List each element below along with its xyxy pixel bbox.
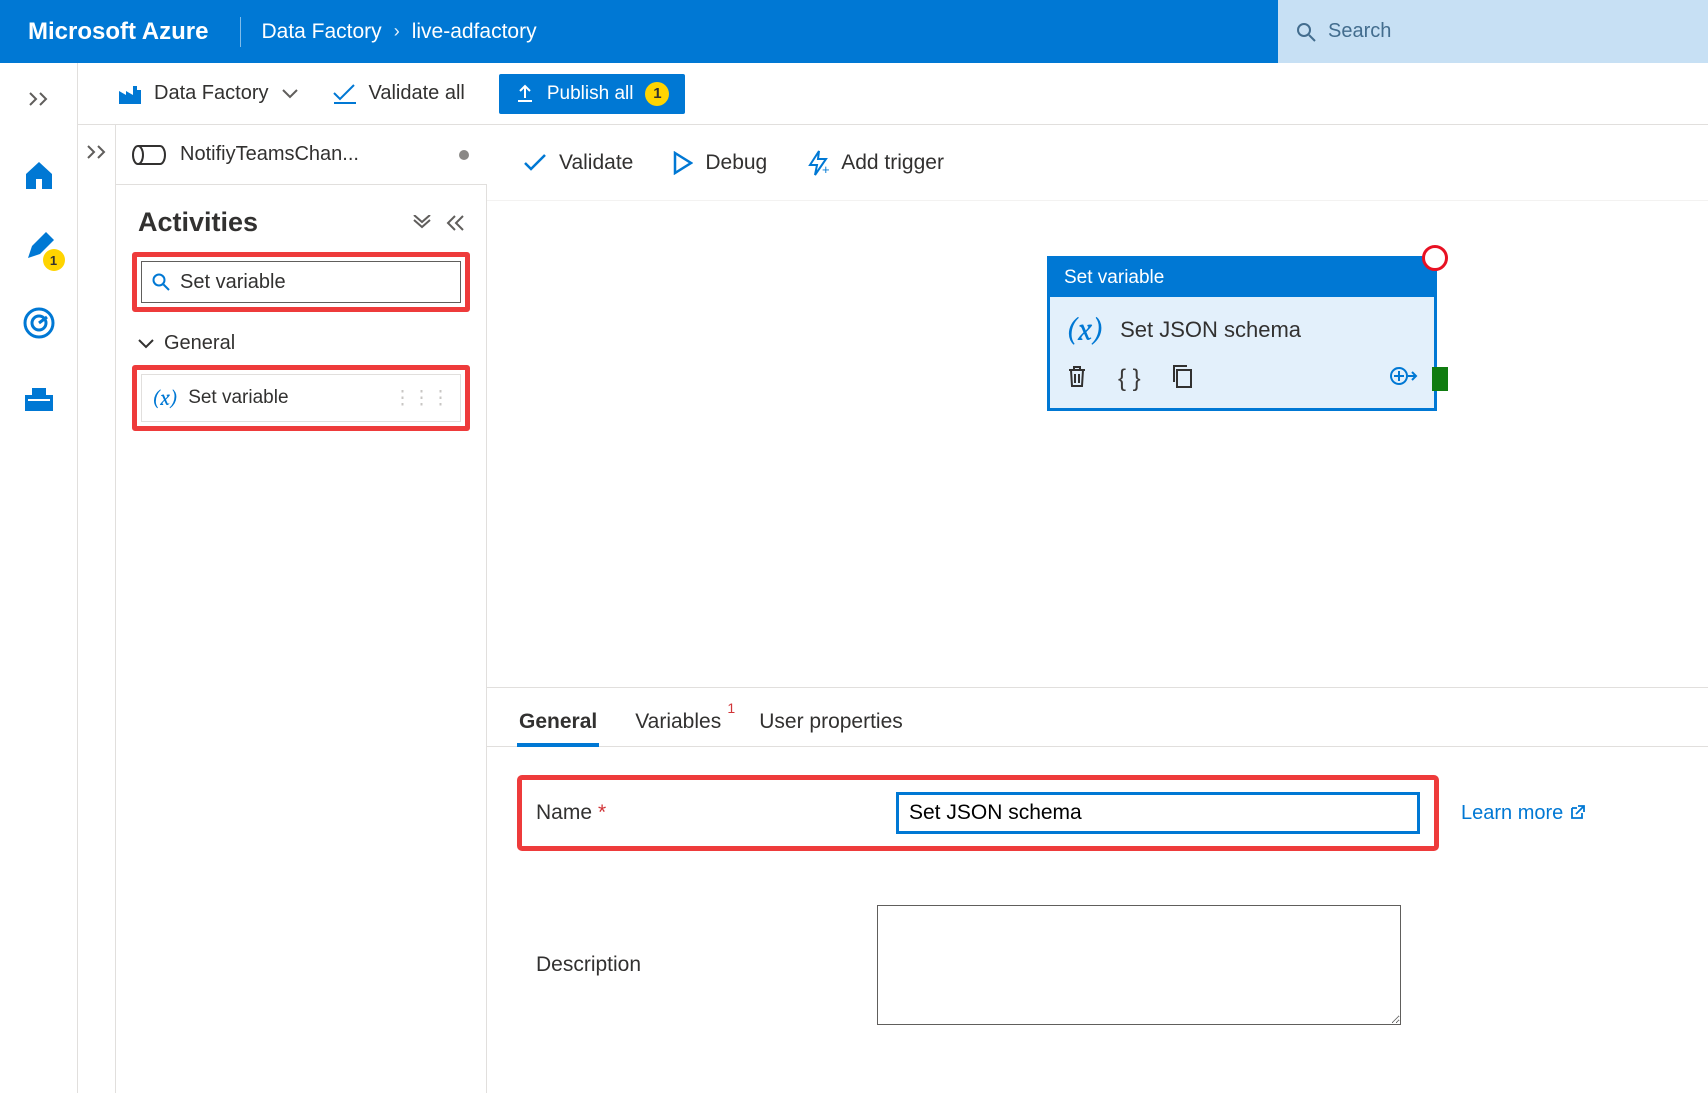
chevron-down-icon [138,339,154,349]
pipeline-tab[interactable]: NotifiyTeamsChan... [116,125,487,185]
publish-all-button[interactable]: Publish all 1 [499,74,686,114]
header-divider [240,17,241,47]
chevron-down-icon [282,89,298,99]
validate-all-button[interactable]: Validate all [332,82,464,105]
activity-group-general[interactable]: General [116,322,486,365]
publish-count-badge: 1 [645,82,669,106]
factory-icon [118,83,144,105]
variable-icon: (x) [1066,311,1104,348]
copy-node-icon[interactable] [1171,364,1193,394]
external-link-icon [1569,805,1585,821]
manage-icon[interactable] [21,381,57,417]
name-input[interactable] [896,792,1420,834]
tab-general-label: General [519,710,597,733]
checkmark-underline-icon [332,84,358,104]
search-icon [152,273,170,291]
left-icon-rail: 1 [0,63,78,1093]
global-search-input[interactable] [1328,20,1708,43]
svg-text:+: + [822,162,829,176]
validate-button[interactable]: Validate [523,151,633,175]
author-icon[interactable]: 1 [21,229,57,265]
annotation-activity-item: (x) Set variable ⋮⋮⋮ [132,365,470,431]
description-input[interactable] [877,905,1401,1025]
hide-panel-icon[interactable] [446,215,464,231]
variable-icon: (x) [152,385,178,411]
monitor-icon[interactable] [21,305,57,341]
node-status-icon [1422,245,1448,271]
activity-group-label: General [164,332,235,355]
add-trigger-button[interactable]: + Add trigger [807,150,944,176]
breadcrumb-root[interactable]: Data Factory [261,20,381,44]
activity-search[interactable] [141,261,461,303]
validate-all-label: Validate all [368,82,464,105]
collapse-rail-button[interactable] [21,81,57,117]
activities-title: Activities [138,207,258,238]
name-label-text: Name [536,801,592,825]
description-label: Description [517,953,877,977]
activity-item-set-variable[interactable]: (x) Set variable ⋮⋮⋮ [141,374,461,422]
name-label: Name * [536,801,896,825]
tab-general[interactable]: General [517,702,599,746]
activity-item-label: Set variable [188,387,288,409]
node-body: (x) Set JSON schema { } [1050,297,1434,408]
search-icon [1296,22,1316,42]
global-search[interactable] [1278,0,1708,63]
node-name-label: Set JSON schema [1120,317,1301,343]
tab-user-label: User properties [759,710,903,733]
annotation-search-box [132,252,470,312]
activities-panel: Activities Genera [116,185,487,1093]
required-asterisk-icon: * [598,801,606,825]
tab-variables[interactable]: Variables1 [633,702,723,746]
collapse-tabs-icon [86,145,108,159]
activity-search-input[interactable] [180,271,450,294]
home-icon[interactable] [21,157,57,193]
learn-more-label: Learn more [1461,802,1563,825]
property-panel: General Variables1 User properties Name … [487,687,1708,1093]
azure-top-header: Microsoft Azure Data Factory › live-adfa… [0,0,1708,63]
validate-label: Validate [559,151,633,175]
learn-more-link[interactable]: Learn more [1461,802,1585,825]
command-toolbar: Data Factory Validate all Publish all 1 [78,63,1708,125]
node-type-label: Set variable [1050,259,1434,297]
drag-grip-icon[interactable]: ⋮⋮⋮ [393,387,450,410]
canvas-toolbar: Validate Debug + Add trigger [487,125,1708,201]
factory-label: Data Factory [154,82,268,105]
tab-collapse-strip[interactable] [78,125,116,1093]
factory-selector[interactable]: Data Factory [118,82,298,105]
brand-label[interactable]: Microsoft Azure [28,18,208,46]
node-success-handle[interactable] [1432,367,1448,391]
unsaved-indicator-icon [459,150,469,160]
canvas-node-set-variable[interactable]: Set variable (x) Set JSON schema { } [1047,256,1437,411]
collapse-all-icon[interactable] [412,215,432,229]
pipeline-icon [132,144,166,166]
author-badge: 1 [43,249,65,271]
delete-node-icon[interactable] [1066,364,1088,394]
checkmark-icon [523,154,547,172]
tab-user-properties[interactable]: User properties [757,702,905,746]
braces-icon[interactable]: { } [1118,365,1141,393]
debug-button[interactable]: Debug [673,151,767,175]
publish-all-label: Publish all [547,83,634,105]
annotation-name-row: Name * [517,775,1439,851]
play-icon [673,151,693,175]
add-output-icon[interactable] [1390,365,1418,393]
upload-icon [515,84,535,104]
tab-variables-badge: 1 [727,700,735,716]
property-tabs: General Variables1 User properties [487,702,1708,747]
add-trigger-label: Add trigger [841,151,944,175]
tab-variables-label: Variables [635,710,721,733]
breadcrumb-resource[interactable]: live-adfactory [412,20,537,44]
pipeline-tab-label: NotifiyTeamsChan... [180,143,359,166]
trigger-icon: + [807,150,829,176]
debug-label: Debug [705,151,767,175]
pipeline-canvas[interactable]: Set variable (x) Set JSON schema { } [487,201,1708,687]
chevron-right-icon: › [394,21,400,42]
